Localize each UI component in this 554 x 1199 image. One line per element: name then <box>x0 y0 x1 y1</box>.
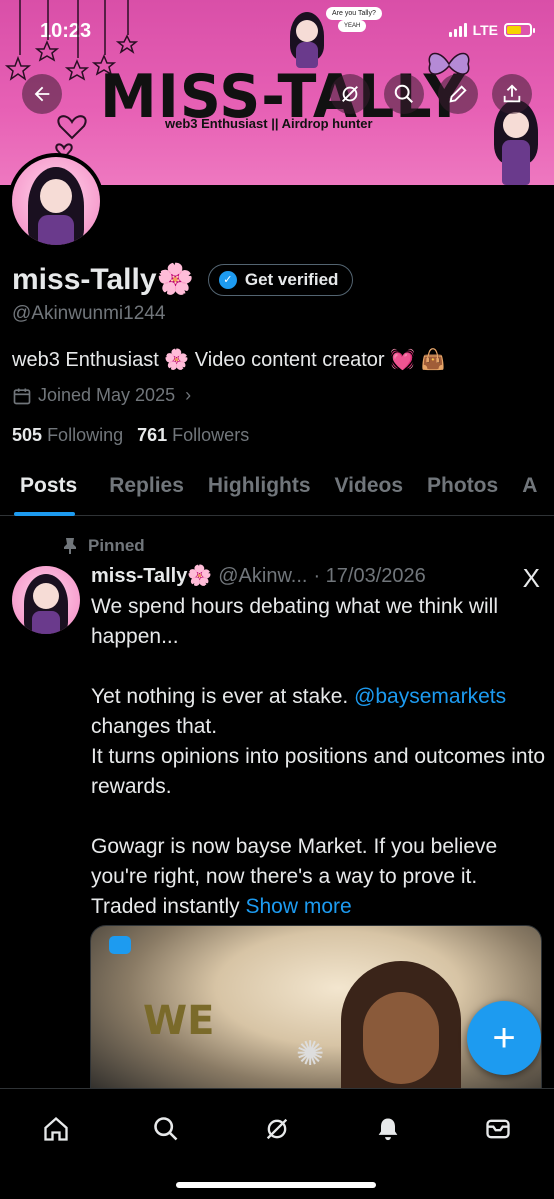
mention-link[interactable]: @baysemarkets <box>354 685 506 708</box>
home-icon <box>44 1116 68 1141</box>
post-body[interactable]: We spend hours debating what we think wi… <box>91 592 547 922</box>
search-icon <box>394 84 413 103</box>
grok-icon <box>266 1118 288 1140</box>
share-icon <box>503 84 521 103</box>
edit-button[interactable] <box>438 74 478 114</box>
post-paragraph: Yet nothing is ever at stake. @baysemark… <box>91 685 546 798</box>
followers-label: Followers <box>172 425 250 445</box>
profile-avatar[interactable] <box>8 153 104 249</box>
tab-videos[interactable]: Videos <box>323 462 415 515</box>
mail-icon <box>486 1119 510 1139</box>
profile-tabs: Posts Replies Highlights Videos Photos A <box>0 462 554 516</box>
video-person-face <box>363 992 439 1084</box>
following-count: 505 <box>12 425 43 445</box>
speech-bubble: Are you Tally? <box>326 7 382 20</box>
network-label: LTE <box>472 22 498 38</box>
nav-home[interactable] <box>34 1107 78 1151</box>
post-author-handle[interactable]: @Akinw... <box>218 565 307 588</box>
following-link[interactable]: 505 Following <box>12 425 123 446</box>
joined-date[interactable]: Joined May 2025 › <box>12 385 191 406</box>
pin-icon <box>64 538 76 554</box>
avatar-image <box>12 157 100 245</box>
x-logo-icon: X <box>522 563 540 593</box>
post-header: miss-Tally🌸 @Akinw... · 17/03/2026 <box>91 563 426 588</box>
tab-highlights[interactable]: Highlights <box>196 462 323 515</box>
pinned-label: Pinned <box>88 536 145 555</box>
banner-subtitle: web3 Enthusiast || Airdrop hunter <box>165 116 373 131</box>
grok-icon <box>342 86 358 102</box>
tab-articles[interactable]: A <box>510 462 549 515</box>
search-button[interactable] <box>384 74 424 114</box>
profile-handle: @Akinwunmi1244 <box>12 303 166 324</box>
arrow-left-icon <box>34 86 50 102</box>
pencil-icon <box>449 85 467 103</box>
followers-count: 761 <box>137 425 168 445</box>
search-icon <box>154 1117 178 1141</box>
show-more-link[interactable]: Show more <box>245 895 351 918</box>
nav-notifications[interactable] <box>366 1107 410 1151</box>
tab-replies[interactable]: Replies <box>89 462 196 515</box>
profile-banner: 10:23 LTE Are you Tally? YEAH MISS-TALLY… <box>0 0 554 185</box>
calendar-icon <box>13 388 31 404</box>
share-button[interactable] <box>492 74 532 114</box>
verified-badge-icon: ✓ <box>218 270 237 289</box>
tab-posts[interactable]: Posts <box>0 462 89 516</box>
home-indicator <box>176 1182 376 1188</box>
loading-spinner-icon: ✺ <box>296 1035 325 1073</box>
nav-search[interactable] <box>144 1107 188 1151</box>
chevron-right-icon: › <box>185 385 192 405</box>
media-overlay-text: WE <box>143 998 215 1044</box>
grok-button[interactable] <box>330 74 370 114</box>
status-indicators: LTE <box>448 22 535 38</box>
tab-photos[interactable]: Photos <box>415 462 510 515</box>
get-verified-button[interactable]: ✓ Get verified <box>207 263 354 296</box>
post-paragraph: Gowagr is now bayse Market. If you belie… <box>91 835 498 918</box>
media-badge-icon <box>109 936 131 954</box>
nav-messages[interactable] <box>476 1107 520 1151</box>
pinned-indicator: Pinned <box>62 536 145 556</box>
bell-icon <box>378 1118 398 1141</box>
get-verified-label: Get verified <box>244 269 339 289</box>
profile-name: miss-Tally🌸 <box>12 263 194 296</box>
compose-post-button[interactable]: + <box>467 1001 541 1075</box>
back-button[interactable] <box>22 74 62 114</box>
post-author-avatar[interactable] <box>12 566 80 634</box>
profile-bio: web3 Enthusiast 🌸 Video content creator … <box>12 349 446 371</box>
nav-grok[interactable] <box>255 1107 299 1151</box>
followers-link[interactable]: 761 Followers <box>137 425 249 446</box>
post-author-name[interactable]: miss-Tally🌸 <box>91 563 212 588</box>
post-date: · 17/03/2026 <box>313 565 426 587</box>
post-paragraph: We spend hours debating what we think wi… <box>91 595 499 648</box>
signal-icon <box>448 23 467 37</box>
following-label: Following <box>47 425 124 445</box>
battery-icon <box>504 23 535 37</box>
speech-bubble: YEAH <box>338 20 367 32</box>
joined-label: Joined May 2025 <box>38 385 176 405</box>
